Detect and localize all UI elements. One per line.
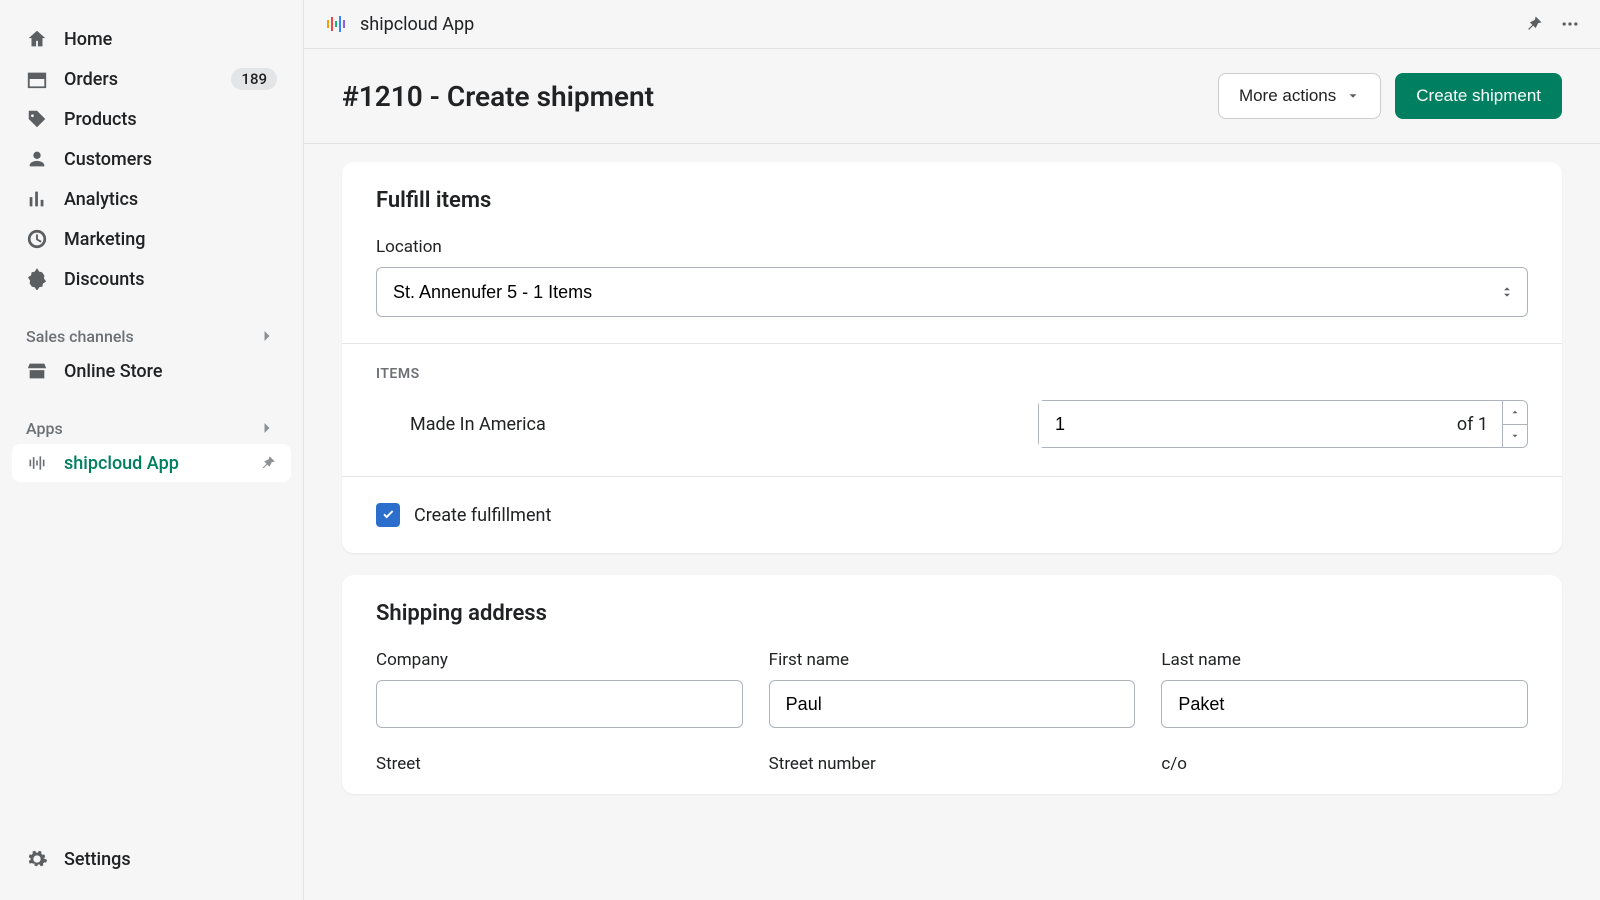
step-up-button[interactable] <box>1503 401 1527 425</box>
topbar-title: shipcloud App <box>360 14 1512 35</box>
step-down-button[interactable] <box>1503 425 1527 448</box>
create-fulfillment-label: Create fulfillment <box>414 505 551 526</box>
quantity-suffix: of 1 <box>1443 414 1502 435</box>
products-icon <box>26 108 48 130</box>
check-icon <box>380 507 396 523</box>
nav-customers[interactable]: Customers <box>12 140 291 178</box>
nav-label: Products <box>64 109 277 130</box>
more-actions-button[interactable]: More actions <box>1218 73 1381 119</box>
page-header: #1210 - Create shipment More actions Cre… <box>304 49 1600 144</box>
nav-label: shipcloud App <box>64 453 243 474</box>
apps-header[interactable]: Apps <box>0 408 303 444</box>
fulfill-items-card: Fulfill items Location St. Annenufer 5 -… <box>342 162 1562 553</box>
sales-channels-header[interactable]: Sales channels <box>0 316 303 352</box>
shipping-address-card: Shipping address Company First name Last… <box>342 575 1562 794</box>
home-icon <box>26 28 48 50</box>
sidebar: Home Orders 189 Products Customers Analy… <box>0 0 303 900</box>
last-name-input[interactable] <box>1161 680 1528 728</box>
customers-icon <box>26 148 48 170</box>
nav-label: Customers <box>64 149 277 170</box>
chevron-right-icon <box>257 326 277 346</box>
shipcloud-icon <box>26 452 48 474</box>
quantity-input[interactable] <box>1039 401 1443 447</box>
nav-analytics[interactable]: Analytics <box>12 180 291 218</box>
nav-label: Home <box>64 29 277 50</box>
nav-label: Discounts <box>64 269 277 290</box>
nav-label: Orders <box>64 69 215 90</box>
nav-label: Online Store <box>64 361 277 382</box>
main: shipcloud App #1210 - Create shipment Mo… <box>303 0 1600 900</box>
street-label: Street <box>376 754 743 774</box>
caret-down-icon <box>1346 89 1360 103</box>
street-number-label: Street number <box>769 754 1136 774</box>
co-label: c/o <box>1161 754 1528 774</box>
create-shipment-label: Create shipment <box>1416 86 1541 106</box>
location-select[interactable]: St. Annenufer 5 - 1 Items <box>376 267 1528 317</box>
nav-products[interactable]: Products <box>12 100 291 138</box>
apps-title: Apps <box>26 419 63 438</box>
store-icon <box>26 360 48 382</box>
item-row: Made In America of 1 <box>342 400 1562 477</box>
quantity-box: of 1 <box>1038 400 1528 448</box>
first-name-input[interactable] <box>769 680 1136 728</box>
more-actions-label: More actions <box>1239 86 1336 106</box>
marketing-icon <box>26 228 48 250</box>
nav-marketing[interactable]: Marketing <box>12 220 291 258</box>
settings-label: Settings <box>64 849 277 870</box>
caret-up-icon <box>1510 407 1520 417</box>
shipcloud-icon <box>324 12 348 36</box>
nav-label: Marketing <box>64 229 277 250</box>
discounts-icon <box>26 268 48 290</box>
create-shipment-button[interactable]: Create shipment <box>1395 73 1562 119</box>
gear-icon <box>26 848 48 870</box>
sales-channels-title: Sales channels <box>26 327 134 346</box>
page-title: #1210 - Create shipment <box>342 80 654 113</box>
company-label: Company <box>376 650 743 670</box>
more-icon[interactable] <box>1560 14 1580 34</box>
fulfill-items-title: Fulfill items <box>376 188 1528 213</box>
nav-home[interactable]: Home <box>12 20 291 58</box>
nav-online-store[interactable]: Online Store <box>12 352 291 390</box>
orders-icon <box>26 68 48 90</box>
create-fulfillment-checkbox[interactable] <box>376 503 400 527</box>
nav-discounts[interactable]: Discounts <box>12 260 291 298</box>
company-input[interactable] <box>376 680 743 728</box>
location-label: Location <box>376 237 1528 257</box>
chevron-right-icon <box>257 418 277 438</box>
nav-settings[interactable]: Settings <box>12 838 291 880</box>
analytics-icon <box>26 188 48 210</box>
nav-label: Analytics <box>64 189 277 210</box>
items-subheader: ITEMS <box>342 343 1562 400</box>
nav-shipcloud-app[interactable]: shipcloud App <box>12 444 291 482</box>
caret-down-icon <box>1510 431 1520 441</box>
shipping-address-title: Shipping address <box>376 601 1528 626</box>
pin-icon[interactable] <box>1524 14 1544 34</box>
item-name: Made In America <box>376 414 1018 435</box>
nav-orders[interactable]: Orders 189 <box>12 60 291 98</box>
last-name-label: Last name <box>1161 650 1528 670</box>
quantity-stepper <box>1502 401 1527 447</box>
orders-badge: 189 <box>231 68 277 90</box>
first-name-label: First name <box>769 650 1136 670</box>
topbar: shipcloud App <box>304 0 1600 49</box>
create-fulfillment-row: Create fulfillment <box>342 477 1562 553</box>
pin-icon[interactable] <box>259 454 277 472</box>
